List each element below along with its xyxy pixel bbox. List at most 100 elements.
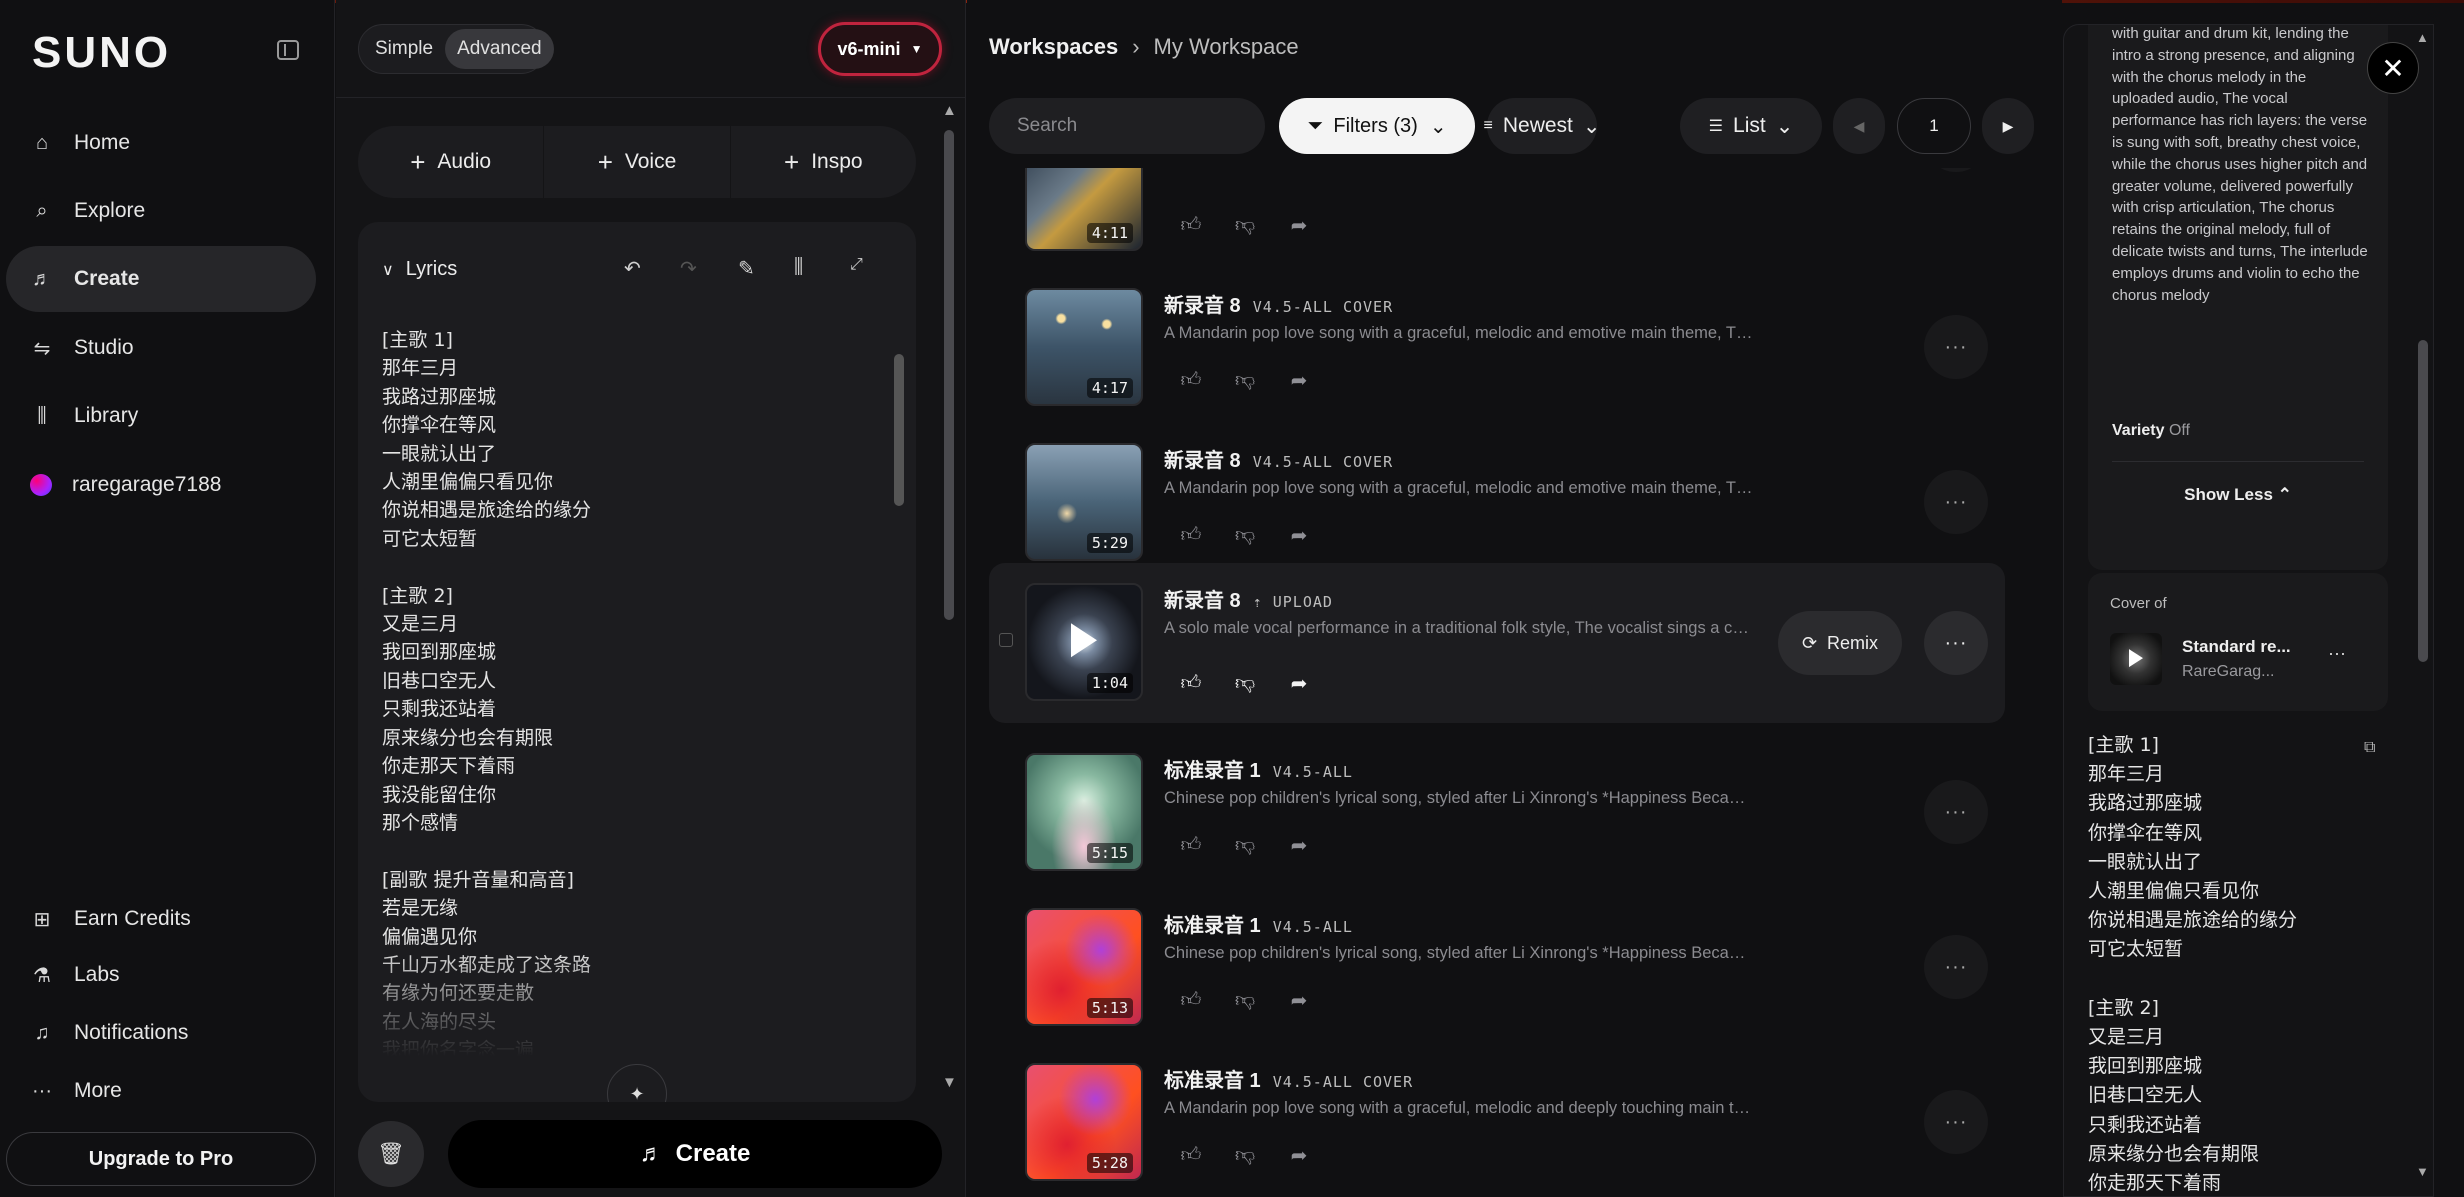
thumbs-up-icon[interactable]: 👍︎ (1164, 360, 1218, 400)
thumbs-down-icon[interactable]: 👎︎ (1218, 205, 1272, 245)
redo-icon[interactable]: ↷ (680, 256, 697, 281)
song-artwork[interactable]: 5:15 (1025, 753, 1143, 871)
sidebar-item-labs[interactable]: ⚗ Labs (6, 942, 316, 1008)
model-selector[interactable]: v6-mini ▼ (818, 22, 942, 76)
share-icon[interactable]: ➦ (1272, 205, 1326, 245)
share-icon[interactable]: ➦ (1272, 360, 1326, 400)
thumbs-up-icon[interactable]: 👍︎ (1164, 980, 1218, 1020)
library-icon[interactable]: ⫼ (794, 256, 803, 279)
sort-button[interactable]: ≡ Newest ⌄ (1484, 98, 1601, 154)
share-icon[interactable]: ➦ (1272, 825, 1326, 865)
mode-advanced-button[interactable]: Advanced (445, 29, 554, 69)
upgrade-button[interactable]: Upgrade to Pro (6, 1132, 316, 1186)
mode-simple-button[interactable]: Simple (363, 29, 445, 69)
song-artwork[interactable]: 4:11 (1025, 168, 1143, 251)
share-icon[interactable]: ➦ (1272, 515, 1326, 555)
create-button[interactable]: ♬ Create (448, 1120, 942, 1188)
sidebar-item-library[interactable]: ⫼ Library (6, 383, 316, 449)
thumbs-down-icon[interactable]: 👎︎ (1218, 663, 1272, 703)
song-row[interactable]: 5:15 标准录音 1 V4.5-ALL Chinese pop children… (989, 733, 2005, 883)
sidebar-item-more[interactable]: ··· More (6, 1058, 316, 1124)
lyrics-scrollbar[interactable] (894, 354, 904, 506)
song-title[interactable]: 标准录音 1 V4.5-ALL (1164, 754, 1353, 783)
panel-scrollbar[interactable] (944, 130, 954, 620)
cover-author[interactable]: RareGarag... (2182, 663, 2274, 681)
add-audio-button[interactable]: + Audio (358, 126, 545, 198)
song-row[interactable]: 4:11 👍︎👎︎➦ ··· (989, 168, 2005, 263)
sidebar-item-studio[interactable]: ⇋ Studio (6, 315, 316, 381)
detail-scrollbar[interactable] (2418, 340, 2428, 662)
share-icon[interactable]: ➦ (1272, 663, 1326, 703)
share-icon[interactable]: ➦ (1272, 1135, 1326, 1175)
sparkle-icon[interactable]: ✦ (607, 1064, 667, 1102)
song-row[interactable]: 1:04 新录音 8 ⇡ UPLOAD A solo male vocal per… (989, 563, 2005, 723)
sidebar-item-notifications[interactable]: ♫ Notifications (6, 1000, 316, 1066)
thumbs-down-icon[interactable]: 👎︎ (1218, 515, 1272, 555)
more-options-button[interactable]: ··· (1924, 470, 1988, 534)
breadcrumb-workspaces[interactable]: Workspaces (989, 34, 1118, 60)
song-title[interactable]: 标准录音 1 V4.5-ALL COVER (1164, 1064, 1413, 1093)
song-row[interactable]: 5:13 标准录音 1 V4.5-ALL Chinese pop children… (989, 888, 2005, 1038)
song-artwork[interactable]: 5:29 (1025, 443, 1143, 561)
undo-icon[interactable]: ↶ (624, 256, 641, 281)
lyrics-textarea[interactable]: [主歌 1] 那年三月 我路过那座城 你撑伞在等风 一眼就认出了 人潮里偏偏只看… (382, 326, 842, 1056)
more-options-button[interactable]: ··· (1924, 611, 1988, 675)
song-artwork[interactable]: 5:13 (1025, 908, 1143, 1026)
song-title[interactable]: 新录音 8 V4.5-ALL COVER (1164, 444, 1393, 473)
sidebar-item-home[interactable]: ⌂ Home (6, 110, 316, 176)
thumbs-down-icon[interactable]: 👎︎ (1218, 360, 1272, 400)
scroll-up-arrow-icon[interactable]: ▲ (2416, 30, 2429, 45)
search-input[interactable]: Search (989, 98, 1265, 154)
song-artwork[interactable]: 5:28 (1025, 1063, 1143, 1181)
trash-icon[interactable]: 🗑 (358, 1121, 424, 1187)
remix-button[interactable]: ⟳ Remix (1778, 611, 1902, 675)
thumbs-down-icon[interactable]: 👎︎ (1218, 980, 1272, 1020)
song-row[interactable]: 5:28 标准录音 1 V4.5-ALL COVER A Mandarin pop… (989, 1043, 2005, 1193)
song-artwork[interactable]: 1:04 (1025, 583, 1143, 701)
view-button[interactable]: ☰ List ⌄ (1680, 98, 1822, 154)
prev-page-button[interactable]: ◀ (1833, 98, 1885, 154)
thumbs-down-icon[interactable]: 👎︎ (1218, 1135, 1272, 1175)
edit-icon[interactable]: ✎ (738, 256, 755, 281)
next-page-button[interactable]: ▶ (1982, 98, 2034, 154)
more-options-button[interactable]: ··· (1924, 1090, 1988, 1154)
add-voice-button[interactable]: + Voice (544, 126, 731, 198)
scroll-up-arrow-icon[interactable]: ▲ (942, 102, 957, 119)
page-number-input[interactable]: 1 (1897, 98, 1971, 154)
song-row[interactable]: 5:29 新录音 8 V4.5-ALL COVER A Mandarin pop … (989, 423, 2005, 573)
sidebar-item-explore[interactable]: ⌕ Explore (6, 178, 316, 244)
more-options-button[interactable]: ··· (1924, 168, 1988, 172)
thumbs-up-icon[interactable]: 👍︎ (1164, 1135, 1218, 1175)
collapse-sidebar-icon[interactable] (277, 40, 299, 60)
thumbs-up-icon[interactable]: 👍︎ (1164, 825, 1218, 865)
song-title[interactable]: 新录音 8 V4.5-ALL COVER (1164, 289, 1393, 318)
filters-button[interactable]: ⏷ Filters (3) ⌄ (1279, 98, 1475, 154)
select-checkbox[interactable] (999, 633, 1013, 647)
cover-artwork[interactable] (2110, 633, 2162, 685)
song-row[interactable]: 4:17 新录音 8 V4.5-ALL COVER A Mandarin pop … (989, 268, 2005, 418)
close-icon[interactable]: ✕ (2367, 42, 2419, 94)
song-artwork[interactable]: 4:17 (1025, 288, 1143, 406)
play-icon[interactable] (2129, 649, 2143, 668)
more-options-button[interactable]: ··· (1924, 315, 1988, 379)
song-title[interactable]: 标准录音 1 V4.5-ALL (1164, 909, 1353, 938)
scroll-down-arrow-icon[interactable]: ▼ (2416, 1164, 2429, 1179)
cover-title[interactable]: Standard re... (2182, 637, 2291, 657)
expand-icon[interactable]: ⤢ (850, 256, 863, 274)
add-inspo-button[interactable]: + Inspo (731, 126, 916, 198)
song-title[interactable]: 新录音 8 ⇡ UPLOAD (1164, 584, 1333, 613)
show-less-button[interactable]: Show Less ⌃ (2088, 485, 2388, 505)
sidebar-item-profile[interactable]: raregarage7188 (6, 452, 316, 518)
play-icon[interactable] (1071, 623, 1097, 658)
more-options-icon[interactable]: ··· (2328, 643, 2346, 664)
scroll-down-arrow-icon[interactable]: ▼ (942, 1074, 957, 1091)
copy-icon[interactable]: ⧉ (2364, 739, 2375, 757)
thumbs-up-icon[interactable]: 👍︎ (1164, 205, 1218, 245)
sidebar-item-create[interactable]: ♬ Create (6, 246, 316, 312)
more-options-button[interactable]: ··· (1924, 935, 1988, 999)
thumbs-up-icon[interactable]: 👍︎ (1164, 663, 1218, 703)
thumbs-down-icon[interactable]: 👎︎ (1218, 825, 1272, 865)
share-icon[interactable]: ➦ (1272, 980, 1326, 1020)
thumbs-up-icon[interactable]: 👍︎ (1164, 515, 1218, 555)
more-options-button[interactable]: ··· (1924, 780, 1988, 844)
